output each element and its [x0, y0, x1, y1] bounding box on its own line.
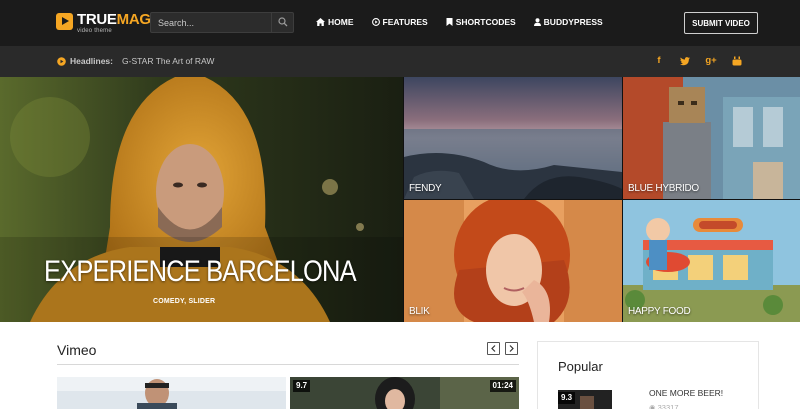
video-thumb-1-image — [57, 377, 286, 409]
google-plus-icon[interactable]: g+ — [698, 55, 724, 70]
twitter-icon[interactable] — [672, 55, 698, 70]
featured-image-blue-hybrido — [623, 77, 800, 199]
video-thumb-2[interactable]: 9.7 01:24 — [290, 377, 519, 409]
featured-tile-fendy[interactable]: FENDY — [404, 77, 622, 199]
carousel-prev-button[interactable] — [487, 342, 500, 355]
play-logo-icon — [56, 13, 73, 30]
section-divider — [57, 364, 519, 365]
top-bar: TRUEMAG video theme HOME FEATURES SHORTC… — [0, 0, 800, 46]
logo-text: TRUEMAG video theme — [77, 12, 151, 34]
nav-label-shortcodes: SHORTCODES — [455, 17, 516, 27]
carousel-next-button[interactable] — [505, 342, 518, 355]
video-thumb-1[interactable] — [57, 377, 286, 409]
section-title-vimeo: Vimeo — [57, 342, 97, 358]
chevron-left-icon — [491, 345, 496, 352]
popular-item-views: ◉ 33317 — [649, 403, 679, 409]
social-links: f g+ — [646, 55, 750, 70]
featured-tile-happy-food-label[interactable]: HAPPY FOOD — [628, 306, 691, 317]
featured-slider: EXPERIENCE BARCELONA COMEDY, SLIDER FEND… — [0, 77, 800, 322]
home-icon — [316, 18, 325, 26]
nav-label-home: HOME — [328, 17, 354, 27]
submit-video-button[interactable]: SUBMIT VIDEO — [684, 12, 758, 34]
video-duration-badge: 01:24 — [489, 380, 516, 392]
nav-item-buddypress[interactable]: BUDDYPRESS — [533, 17, 603, 27]
featured-tile-happy-food[interactable]: HAPPY FOOD — [623, 200, 800, 322]
bookmark-icon — [446, 18, 453, 26]
play-circle-icon — [57, 57, 66, 66]
popular-views-count: 33317 — [657, 403, 679, 409]
search-box — [150, 12, 294, 33]
featured-image-happy-food — [623, 200, 800, 322]
popular-item-title[interactable]: ONE MORE BEER! — [649, 388, 723, 398]
featured-main-tile[interactable]: EXPERIENCE BARCELONA COMEDY, SLIDER — [0, 77, 403, 322]
site-logo[interactable]: TRUEMAG video theme — [56, 12, 151, 34]
play-circle-icon — [371, 18, 380, 26]
video-rating-badge: 9.7 — [293, 380, 311, 392]
featured-tile-fendy-label[interactable]: FENDY — [409, 183, 442, 194]
featured-main-categories[interactable]: COMEDY, SLIDER — [153, 298, 215, 305]
facebook-icon[interactable]: f — [646, 55, 672, 70]
nav-label-buddypress: BUDDYPRESS — [543, 17, 603, 27]
popular-widget: Popular 9.3 ONE MORE BEER! ◉ 33317 — [537, 341, 759, 409]
video-thumb-2-image — [290, 377, 519, 409]
user-icon — [533, 18, 541, 26]
popular-title: Popular — [558, 359, 603, 374]
main-nav: HOME FEATURES SHORTCODES BUDDYPRESS — [316, 17, 621, 27]
headlines-bar: Headlines: G-STAR The Art of RAW f g+ — [0, 46, 800, 77]
featured-image-fendy — [404, 77, 622, 199]
featured-main-title[interactable]: EXPERIENCE BARCELONA — [44, 255, 357, 289]
logo-title-true: TRUE — [77, 11, 117, 28]
featured-tile-blik-label[interactable]: BLIK — [409, 306, 430, 317]
youtube-icon[interactable] — [724, 55, 750, 70]
nav-item-features[interactable]: FEATURES — [371, 17, 428, 27]
logo-subtitle: video theme — [77, 28, 112, 34]
nav-item-home[interactable]: HOME — [316, 17, 354, 27]
nav-item-shortcodes[interactable]: SHORTCODES — [446, 17, 516, 27]
search-button[interactable] — [271, 13, 293, 32]
eye-icon: ◉ — [649, 403, 656, 409]
chevron-right-icon — [509, 345, 514, 352]
nav-label-features: FEATURES — [382, 17, 428, 27]
search-input[interactable] — [151, 13, 271, 32]
featured-tile-blue-hybrido-label[interactable]: BLUE HYBRIDO — [628, 183, 699, 194]
search-icon — [278, 17, 288, 27]
headline-link[interactable]: G-STAR The Art of RAW — [122, 56, 214, 66]
featured-image-blik — [404, 200, 622, 322]
featured-tile-blue-hybrido[interactable]: BLUE HYBRIDO — [623, 77, 800, 199]
headlines-label: Headlines: — [70, 56, 113, 66]
logo-title-mag: MAG — [116, 11, 151, 28]
popular-rating-badge: 9.3 — [558, 392, 576, 404]
featured-tile-blik[interactable]: BLIK — [404, 200, 622, 322]
logo-title: TRUEMAG — [77, 12, 151, 27]
popular-item-thumb[interactable]: 9.3 — [558, 390, 612, 409]
